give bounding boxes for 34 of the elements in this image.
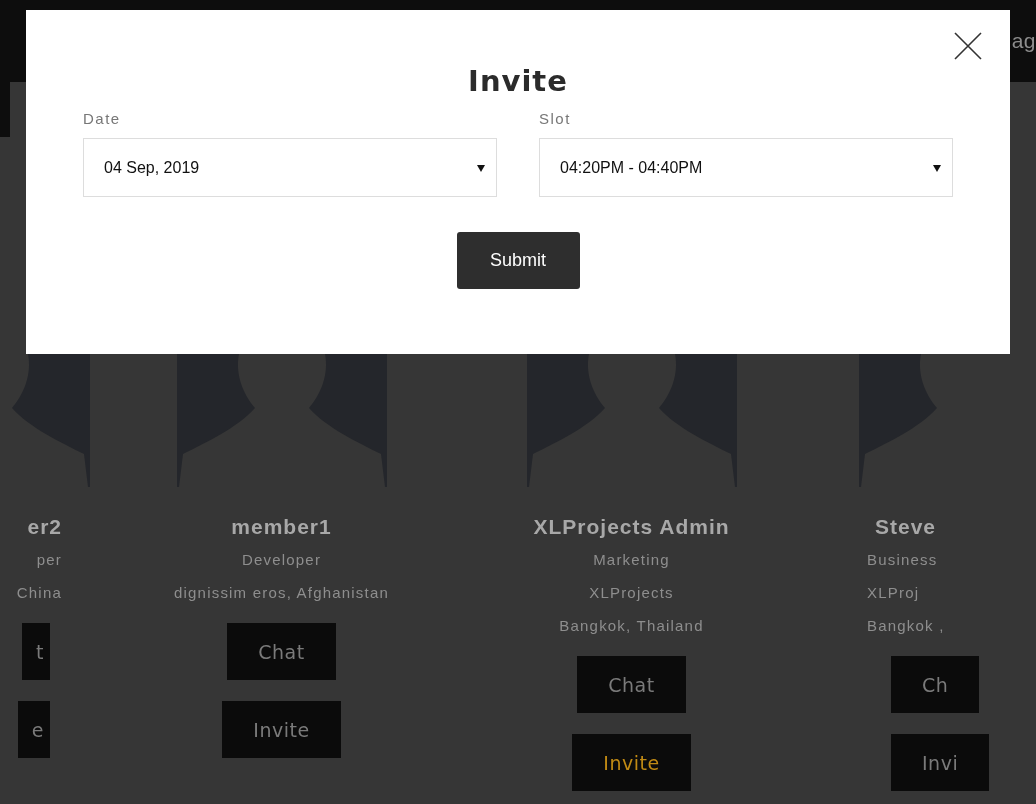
- avatar-silhouette-icon: [526, 354, 737, 487]
- member-info: Bangkok, Thailand: [559, 616, 704, 636]
- submit-button[interactable]: Submit: [456, 232, 580, 289]
- member-info: dignissim eros, Afghanistan: [174, 583, 389, 603]
- member-name: XLProjects Admin: [533, 515, 730, 540]
- member-name: member1: [231, 515, 332, 540]
- invite-button[interactable]: e: [17, 701, 50, 758]
- member-info: Marketing: [593, 550, 670, 570]
- close-icon[interactable]: [954, 32, 982, 60]
- field-label: Slot: [539, 110, 572, 127]
- chat-button[interactable]: Chat: [577, 656, 686, 713]
- header-text: ag: [1011, 29, 1036, 53]
- member-info: Developer: [241, 550, 322, 570]
- chat-button[interactable]: Chat: [227, 623, 336, 680]
- member-name: Steve: [875, 515, 937, 540]
- member-info: XLProj: [867, 583, 920, 603]
- invite-button[interactable]: Invite: [222, 701, 341, 758]
- member-name: er2: [27, 515, 62, 540]
- field-label: Date: [83, 110, 122, 127]
- member-info: XLProjects: [589, 583, 674, 603]
- invite-button[interactable]: Invi: [891, 734, 990, 791]
- caret-icon: [477, 163, 485, 172]
- avatar-silhouette-icon: [176, 354, 387, 487]
- chat-button[interactable]: t: [22, 623, 50, 680]
- member-info: Bangkok ,: [867, 616, 945, 636]
- chat-button[interactable]: Ch: [891, 656, 980, 713]
- member-info: China: [16, 583, 62, 603]
- dropdown-field[interactable]: 04:20PM - 04:40PM: [539, 138, 953, 197]
- member-info: Business: [867, 550, 938, 570]
- caret-icon: [933, 163, 941, 172]
- dialog-title: Invite: [468, 64, 568, 98]
- invite-button[interactable]: Invite: [572, 734, 691, 791]
- dropdown-field[interactable]: 04 Sep, 2019: [83, 138, 497, 197]
- member-info: per: [36, 550, 62, 570]
